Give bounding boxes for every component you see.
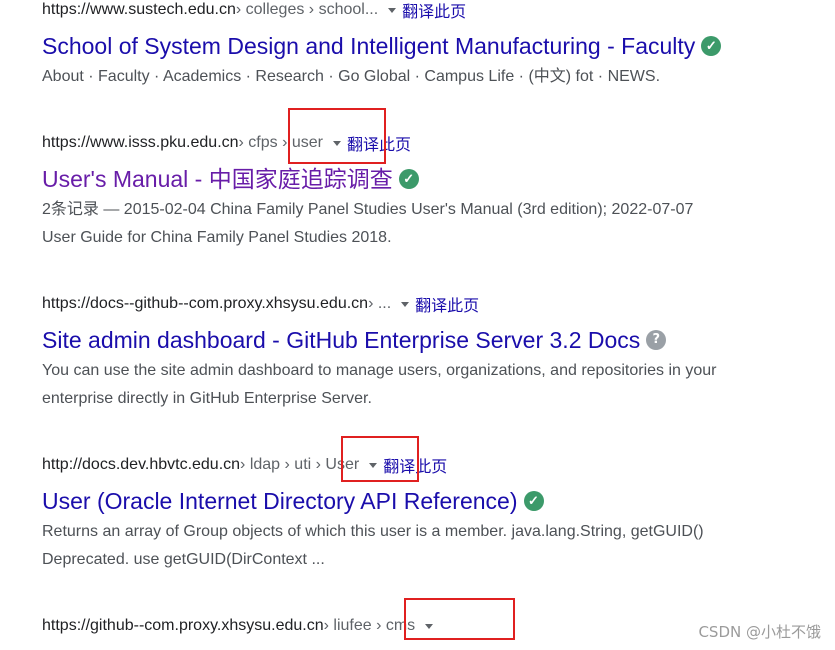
caret-down-icon[interactable] — [333, 140, 341, 146]
result-title[interactable]: Site admin dashboard - GitHub Enterprise… — [42, 325, 835, 355]
url-host[interactable]: https://github--com.proxy.xhsysu.edu.cn — [42, 617, 324, 635]
verified-check-icon: ✓ — [398, 169, 419, 189]
sitelink-separator: · — [83, 68, 99, 85]
sitelink-chinese[interactable]: (中文) fot — [528, 68, 593, 85]
sitelink-go-global[interactable]: Go Global — [338, 68, 410, 85]
search-result-2: https://www.isss.pku.edu.cn › cfps › use… — [42, 132, 835, 252]
url-path[interactable]: › colleges › school... — [236, 1, 378, 19]
search-result-1: https://www.sustech.edu.cn › colleges › … — [42, 0, 835, 91]
url-host[interactable]: https://docs--github--com.proxy.xhsysu.e… — [42, 295, 368, 313]
result-title[interactable]: School of System Design and Intelligent … — [42, 31, 835, 61]
sitelink-news[interactable]: NEWS. — [608, 68, 660, 85]
sitelink-separator: · — [323, 68, 339, 85]
sitelink-separator: · — [593, 68, 608, 85]
sitelinks: About · Faculty · Academics · Research ·… — [42, 63, 835, 91]
result-title-text[interactable]: School of System Design and Intelligent … — [42, 31, 695, 61]
snippet-line: Returns an array of Group objects of whi… — [42, 523, 704, 540]
result-title-text[interactable]: User (Oracle Internet Directory API Refe… — [42, 486, 518, 516]
verified-check-icon: ✓ — [701, 36, 722, 56]
translate-link[interactable]: 翻译此页 — [383, 453, 447, 477]
sitelink-academics[interactable]: Academics — [163, 68, 241, 85]
caret-down-icon[interactable] — [369, 462, 378, 468]
url-path[interactable]: › cfps › user — [239, 134, 323, 152]
url-host[interactable]: https://www.isss.pku.edu.cn — [42, 134, 239, 152]
url-host[interactable]: http://docs.dev.hbvtc.edu.cn — [42, 456, 240, 474]
snippet-line: Deprecated. use getGUID(DirContext ... — [42, 551, 325, 568]
url-path[interactable]: › liufee › cms — [324, 617, 416, 635]
result-title[interactable]: User's Manual - 中国家庭追踪调查 ✓ — [42, 164, 835, 194]
caret-down-icon[interactable] — [425, 623, 434, 629]
question-mark-icon: ? — [646, 330, 667, 350]
result-snippet: Returns an array of Group objects of whi… — [42, 518, 835, 574]
result-url[interactable]: https://www.sustech.edu.cn › colleges › … — [42, 0, 835, 21]
snippet-line: 2条记录 — 2015-02-04 China Family Panel Stu… — [42, 201, 694, 218]
translate-link[interactable]: 翻译此页 — [347, 131, 411, 155]
caret-down-icon[interactable] — [401, 301, 410, 307]
verified-check-icon: ✓ — [523, 491, 544, 511]
url-path[interactable]: › ... — [368, 295, 391, 313]
sitelink-research[interactable]: Research — [255, 68, 323, 85]
result-snippet: You can use the site admin dashboard to … — [42, 357, 835, 413]
sitelink-separator: · — [410, 68, 425, 85]
result-url[interactable]: https://www.isss.pku.edu.cn › cfps › use… — [42, 132, 835, 154]
result-title-text[interactable]: User's Manual - 中国家庭追踪调查 — [42, 164, 393, 194]
snippet-line: enterprise directly in GitHub Enterprise… — [42, 390, 372, 407]
search-result-3: https://docs--github--com.proxy.xhsysu.e… — [42, 293, 835, 413]
sitelink-about[interactable]: About — [42, 68, 84, 85]
caret-down-icon[interactable] — [388, 7, 397, 13]
url-path[interactable]: › ldap › uti › User — [240, 456, 359, 474]
url-host[interactable]: https://www.sustech.edu.cn — [42, 1, 236, 19]
watermark: CSDN @小杜不饿 — [698, 623, 821, 641]
result-url[interactable]: https://docs--github--com.proxy.xhsysu.e… — [42, 293, 835, 315]
sitelink-separator: · — [241, 68, 256, 85]
sitelink-separator: · — [514, 68, 529, 85]
sitelink-faculty[interactable]: Faculty — [98, 68, 150, 85]
sitelink-separator: · — [149, 68, 163, 85]
result-title-text[interactable]: Site admin dashboard - GitHub Enterprise… — [42, 325, 640, 355]
snippet-line: User Guide for China Family Panel Studie… — [42, 229, 392, 246]
result-url[interactable]: http://docs.dev.hbvtc.edu.cn › ldap › ut… — [42, 454, 835, 476]
translate-link[interactable]: 翻译此页 — [415, 292, 479, 316]
search-result-4: http://docs.dev.hbvtc.edu.cn › ldap › ut… — [42, 454, 835, 574]
snippet-line: You can use the site admin dashboard to … — [42, 362, 717, 379]
result-snippet: 2条记录 — 2015-02-04 China Family Panel Stu… — [42, 196, 835, 252]
translate-link[interactable]: 翻译此页 — [402, 0, 466, 22]
sitelink-campus-life[interactable]: Campus Life — [424, 68, 514, 85]
result-title[interactable]: User (Oracle Internet Directory API Refe… — [42, 486, 835, 516]
